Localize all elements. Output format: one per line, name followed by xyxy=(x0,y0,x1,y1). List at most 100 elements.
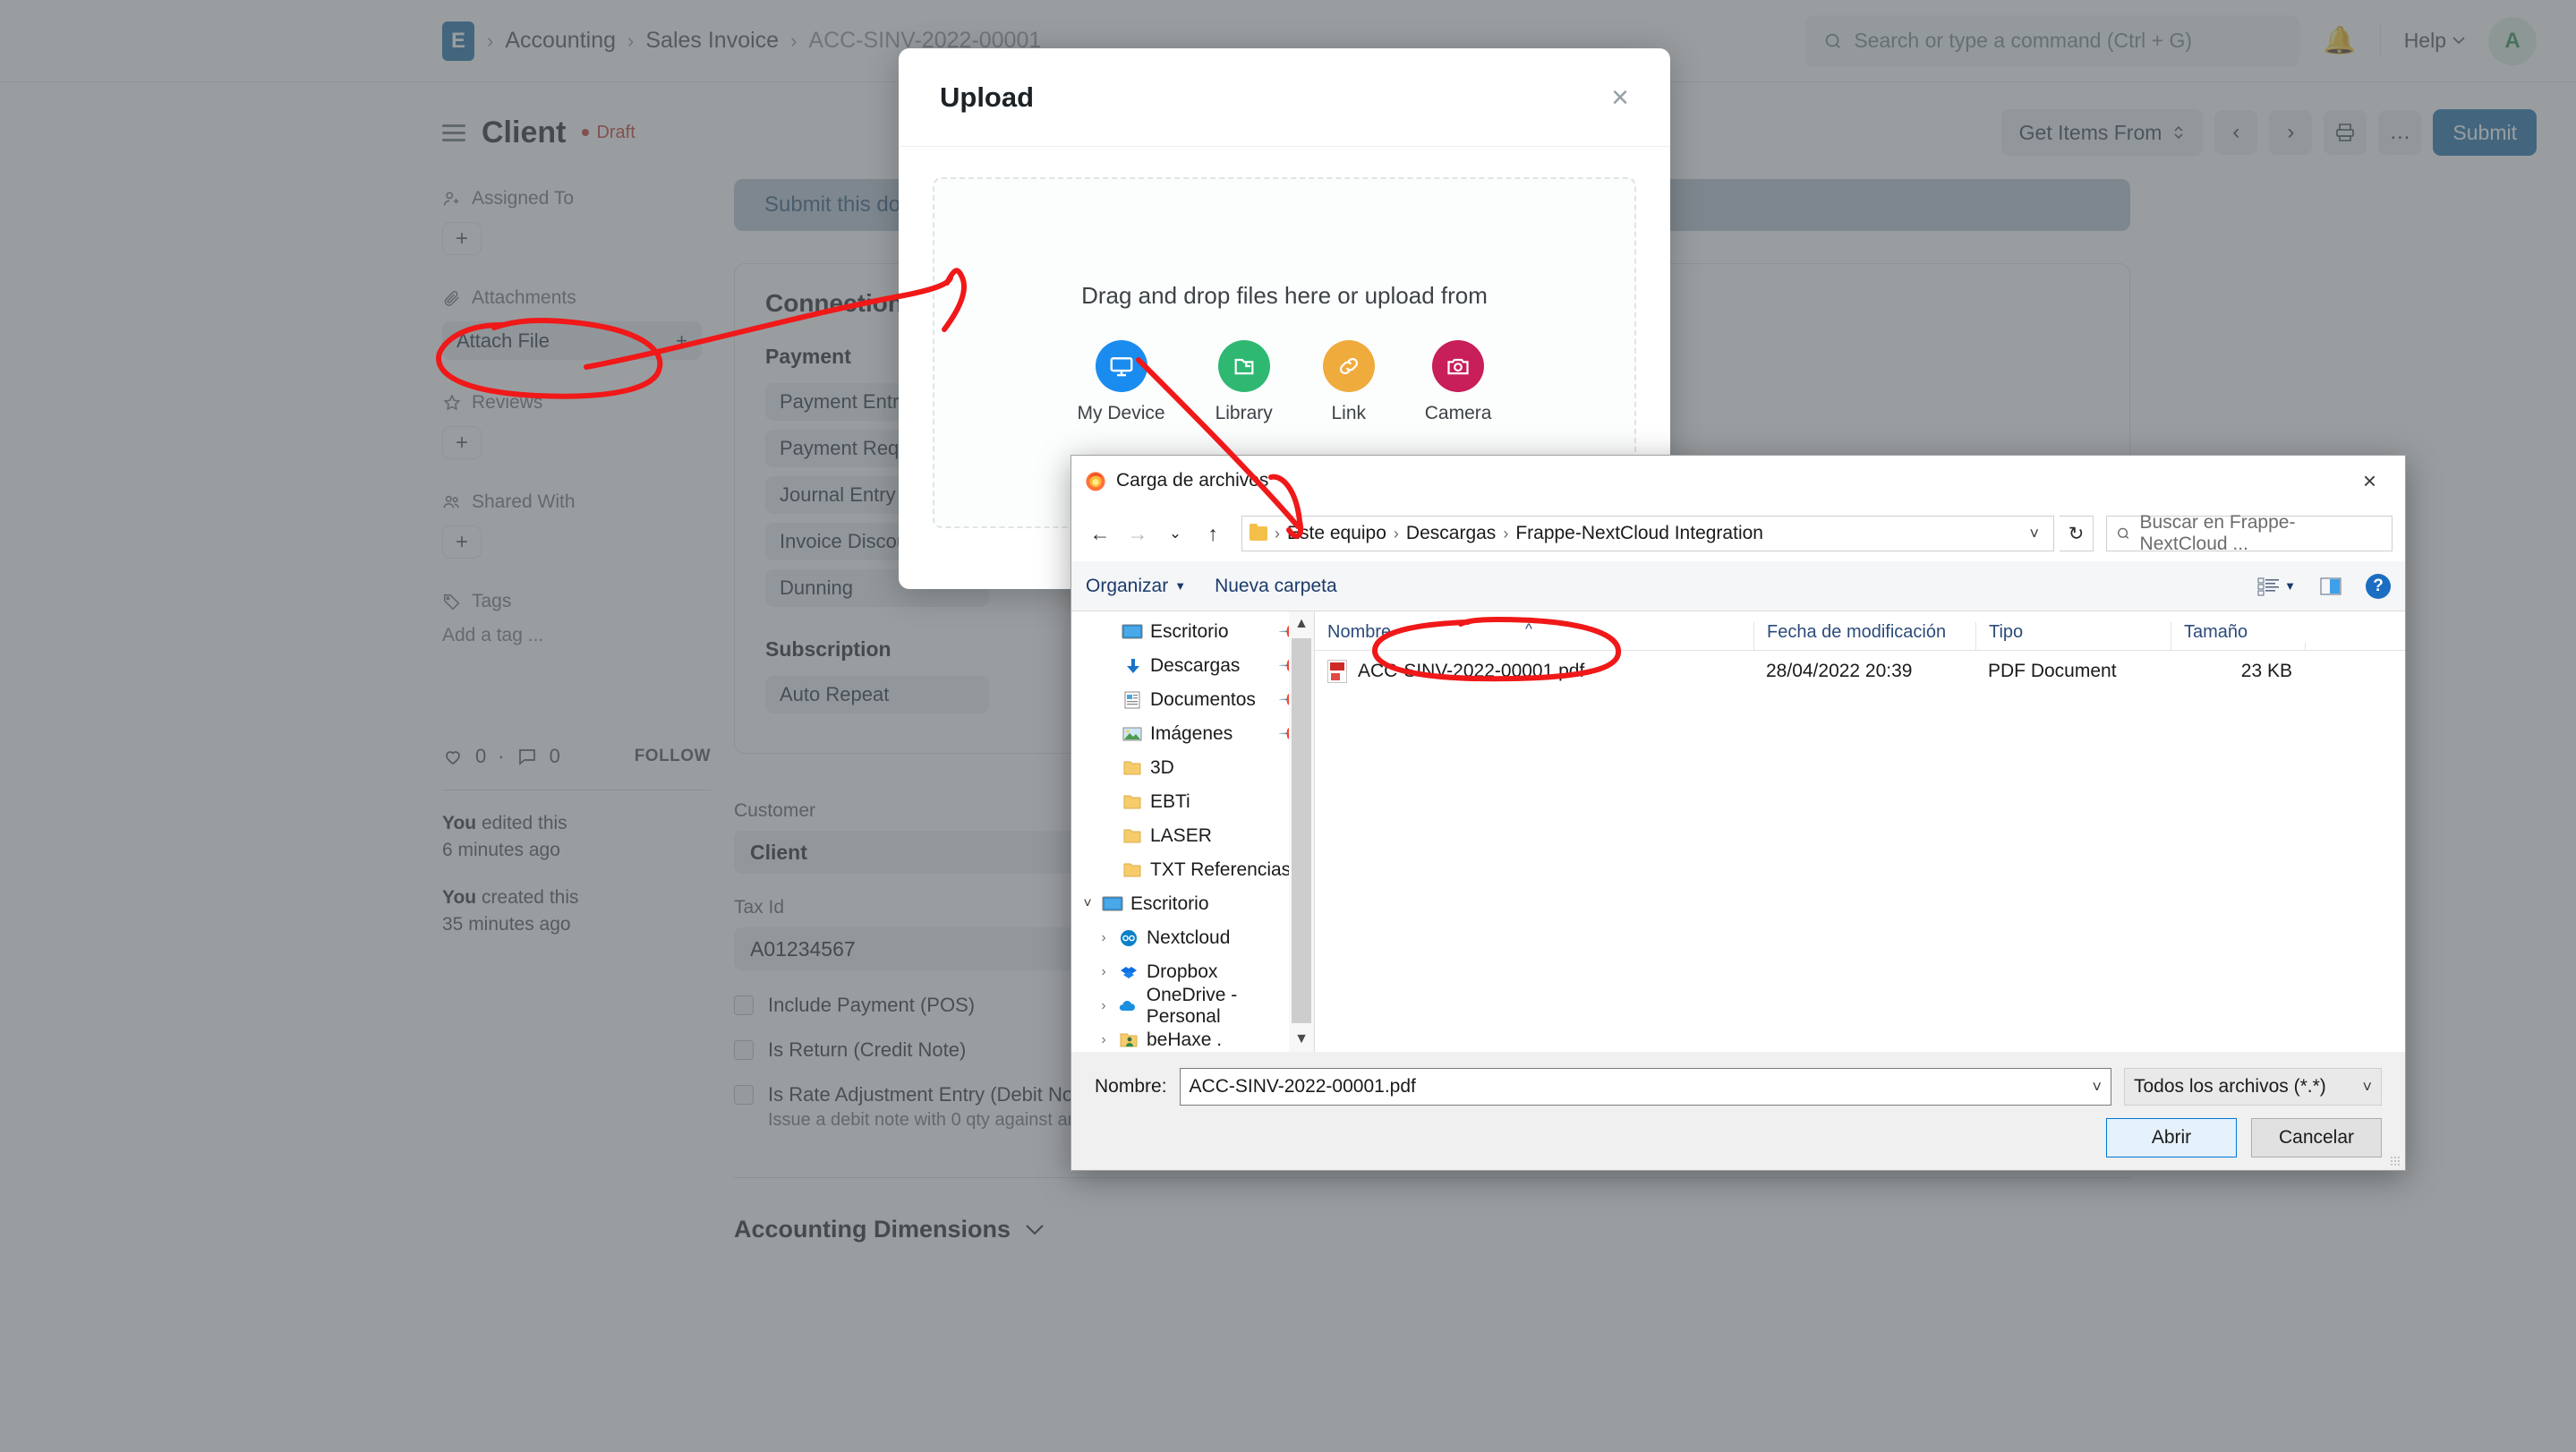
path-crumb-current[interactable]: Frappe-NextCloud Integration xyxy=(1515,523,1763,544)
recent-locations-button[interactable]: ⌄ xyxy=(1159,517,1191,550)
dropbox-icon xyxy=(1118,963,1139,981)
breadcrumb-sep: › xyxy=(1393,524,1399,542)
camera-icon xyxy=(1432,339,1485,392)
folder-icon xyxy=(1217,339,1270,392)
scroll-up-arrow-icon[interactable]: ▲ xyxy=(1294,611,1309,636)
tree-item-nextcloud[interactable]: › Nextcloud xyxy=(1071,921,1314,955)
open-button[interactable]: Abrir xyxy=(2106,1118,2237,1157)
path-crumb-descargas[interactable]: Descargas xyxy=(1406,523,1496,544)
close-icon[interactable]: × xyxy=(2343,467,2396,495)
link-icon xyxy=(1322,339,1375,392)
column-header-fecha[interactable]: Fecha de modificación xyxy=(1753,622,1975,650)
file-list: ^ Nombre Fecha de modificación Tipo Tama… xyxy=(1315,611,2405,1052)
tree-item-label: Nextcloud xyxy=(1147,927,1231,948)
preview-pane-icon[interactable] xyxy=(2319,576,2342,597)
path-breadcrumb[interactable]: › Este equipo › Descargas › Frappe-NextC… xyxy=(1241,516,2054,551)
column-header-tipo[interactable]: Tipo xyxy=(1975,622,2171,650)
file-type: PDF Document xyxy=(1988,661,2117,681)
nextcloud-icon xyxy=(1118,929,1139,947)
download-icon xyxy=(1122,657,1143,675)
file-picker-footer: Nombre: ACC-SINV-2022-00001.pdf ˅ Todos … xyxy=(1071,1052,2405,1170)
filename-value: ACC-SINV-2022-00001.pdf xyxy=(1189,1076,1416,1097)
resize-grip-icon[interactable] xyxy=(2390,1156,2401,1166)
file-name-cell[interactable]: ACC-SINV-2022-00001.pdf xyxy=(1315,660,1753,683)
chevron-down-icon: ˅ xyxy=(2362,1077,2372,1096)
desktop-icon xyxy=(1122,623,1143,641)
folder-icon xyxy=(1122,827,1143,845)
tree-item-label: 3D xyxy=(1150,757,1174,778)
tree-item-txt-referencias[interactable]: TXT Referencias xyxy=(1071,853,1314,887)
column-header-nombre[interactable]: ^ Nombre xyxy=(1315,620,1753,650)
tree-item-escritorio[interactable]: Escritorio 📌 xyxy=(1071,615,1314,649)
chevron-down-icon[interactable]: ˅ xyxy=(1080,896,1095,912)
scrollbar-thumb[interactable] xyxy=(1292,638,1311,1023)
upload-option-label: Camera xyxy=(1424,402,1492,423)
tree-item-laser[interactable]: LASER xyxy=(1071,819,1314,853)
chevron-right-icon[interactable]: › xyxy=(1096,1032,1111,1048)
upload-option-camera[interactable]: Camera xyxy=(1424,339,1492,424)
tree-item-label: Dropbox xyxy=(1147,961,1218,982)
tree-item-documentos[interactable]: Documentos 📌 xyxy=(1071,683,1314,717)
tree-item-escritorio-root[interactable]: ˅ Escritorio xyxy=(1071,887,1314,921)
filename-input[interactable]: ACC-SINV-2022-00001.pdf ˅ xyxy=(1179,1068,2111,1106)
search-icon xyxy=(2118,527,2129,540)
tree-item-ebti[interactable]: EBTi xyxy=(1071,785,1314,819)
file-search-input[interactable]: Buscar en Frappe-NextCloud ... xyxy=(2106,512,2393,554)
file-type-filter-select[interactable]: Todos los archivos (*.*) ˅ xyxy=(2124,1068,2382,1106)
upload-option-label: Library xyxy=(1215,402,1273,423)
tree-item-3d[interactable]: 3D xyxy=(1071,751,1314,785)
back-button[interactable]: ← xyxy=(1084,517,1116,550)
file-picker-titlebar: Carga de archivos × xyxy=(1071,456,2405,506)
tree-item-label: beHaxe . xyxy=(1147,1029,1223,1050)
tree-item-imagenes[interactable]: Imágenes 📌 xyxy=(1071,717,1314,751)
tree-item-label: EBTi xyxy=(1150,791,1190,812)
close-icon[interactable]: × xyxy=(1611,82,1629,113)
up-button[interactable]: ↑ xyxy=(1197,517,1229,550)
refresh-button[interactable]: ↻ xyxy=(2060,516,2094,551)
new-folder-button[interactable]: Nueva carpeta xyxy=(1215,576,1337,597)
file-tree[interactable]: Escritorio 📌 Descargas 📌 Documentos 📌 Im… xyxy=(1071,611,1315,1052)
tree-scrollbar[interactable]: ▲ ▼ xyxy=(1289,611,1314,1052)
column-header-tamano[interactable]: Tamaño xyxy=(2171,622,2305,650)
caret-down-icon: ▼ xyxy=(2284,579,2296,593)
file-picker-title: Carga de archivos xyxy=(1116,470,1269,491)
breadcrumb-sep: › xyxy=(1503,524,1509,542)
view-options-icon xyxy=(2257,577,2280,595)
chevron-right-icon[interactable]: › xyxy=(1096,964,1111,980)
upload-option-my-device[interactable]: My Device xyxy=(1078,339,1165,424)
folder-icon xyxy=(1122,759,1143,777)
file-name: ACC-SINV-2022-00001.pdf xyxy=(1358,661,1585,681)
file-modified: 28/04/2022 20:39 xyxy=(1766,661,1913,681)
column-label: Nombre xyxy=(1327,622,1392,642)
chevron-right-icon[interactable]: › xyxy=(1096,930,1111,946)
file-picker-toolbar: Organizar ▼ Nueva carpeta ▼ ? xyxy=(1071,561,2405,611)
folder-icon xyxy=(1250,524,1267,541)
forward-button[interactable]: → xyxy=(1122,517,1154,550)
cancel-button[interactable]: Cancelar xyxy=(2251,1118,2382,1157)
upload-option-link[interactable]: Link xyxy=(1322,339,1375,424)
chevron-right-icon[interactable]: › xyxy=(1096,998,1111,1014)
tree-item-onedrive[interactable]: › OneDrive - Personal xyxy=(1071,985,1314,1027)
tree-item-label: LASER xyxy=(1150,825,1212,846)
help-icon[interactable]: ? xyxy=(2366,573,2391,599)
view-list-icon[interactable]: ▼ xyxy=(2257,576,2296,597)
upload-dialog-header: Upload × xyxy=(899,48,1670,147)
column-label: Fecha de modificación xyxy=(1767,622,1947,642)
firefox-icon xyxy=(1086,472,1105,491)
path-crumb-este-equipo[interactable]: Este equipo xyxy=(1287,523,1386,544)
file-picker-dialog: Carga de archivos × ← → ⌄ ↑ › Este equip… xyxy=(1070,455,2406,1171)
tree-item-descargas[interactable]: Descargas 📌 xyxy=(1071,649,1314,683)
upload-dialog-title: Upload xyxy=(940,81,1035,113)
upload-option-label: Link xyxy=(1331,402,1367,423)
organize-label: Organizar xyxy=(1086,575,1169,596)
chevron-down-icon[interactable]: ˅ xyxy=(2029,525,2046,543)
file-picker-main: Escritorio 📌 Descargas 📌 Documentos 📌 Im… xyxy=(1071,611,2405,1052)
file-size: 23 KB xyxy=(2240,661,2292,681)
file-search-placeholder: Buscar en Frappe-NextCloud ... xyxy=(2139,512,2296,554)
scroll-down-arrow-icon[interactable]: ▼ xyxy=(1294,1027,1309,1052)
organize-menu[interactable]: Organizar ▼ xyxy=(1086,576,1186,597)
chevron-down-icon[interactable]: ˅ xyxy=(2092,1078,2102,1097)
breadcrumb-sep: › xyxy=(1275,524,1280,542)
upload-option-library[interactable]: Library xyxy=(1215,339,1273,424)
file-row[interactable]: ACC-SINV-2022-00001.pdf 28/04/2022 20:39… xyxy=(1315,651,2405,692)
